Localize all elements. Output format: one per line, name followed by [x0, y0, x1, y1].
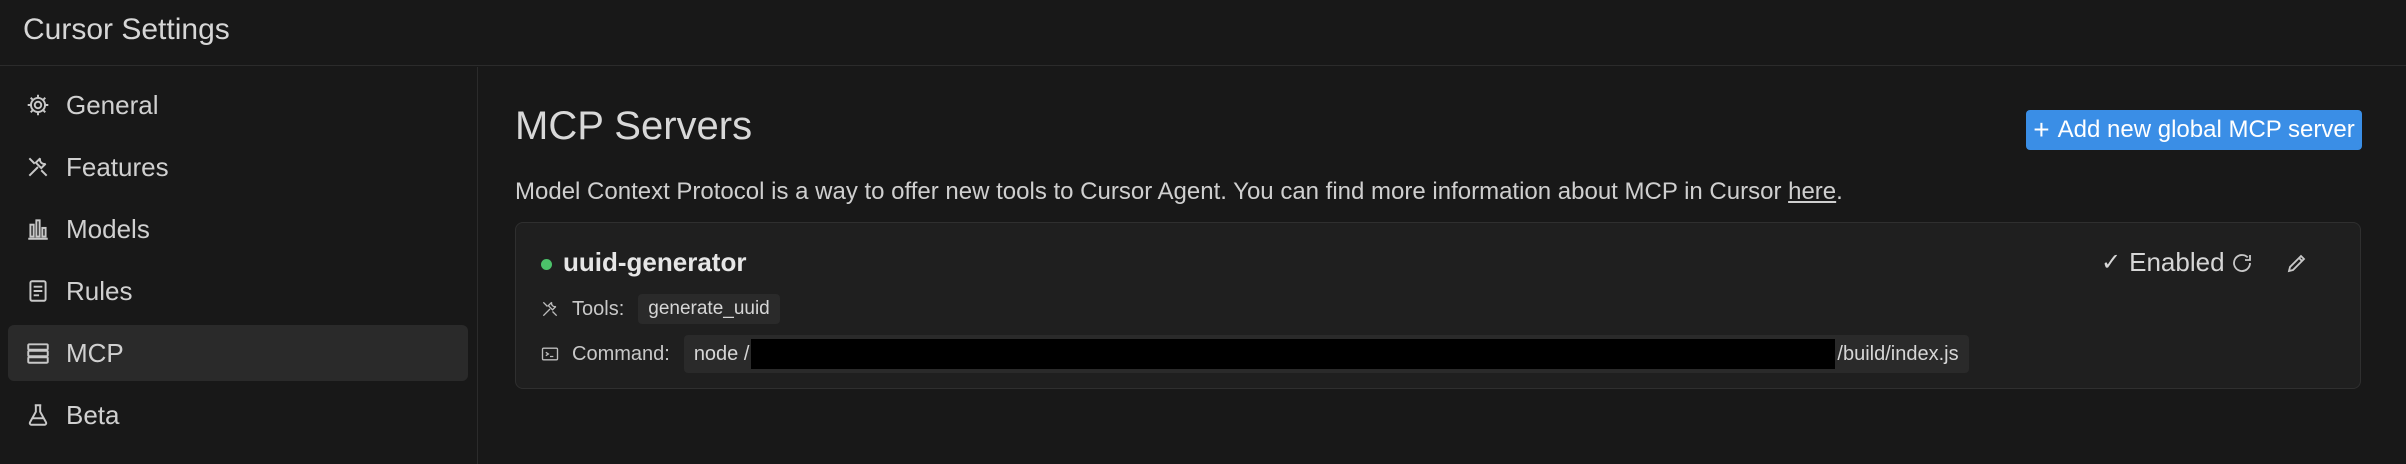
redacted-block	[751, 339, 1836, 369]
sidebar-item-models[interactable]: Models	[8, 201, 468, 257]
enabled-label: Enabled	[2129, 247, 2225, 277]
description-end: .	[1836, 178, 1843, 205]
sidebar-item-label: Beta	[66, 399, 120, 430]
document-icon	[24, 277, 52, 305]
sidebar-item-general[interactable]: General	[8, 77, 468, 133]
sidebar-item-label: General	[66, 89, 159, 120]
tools-row: Tools: generate_uuid	[540, 294, 780, 324]
plus-icon: +	[2033, 114, 2050, 145]
mcp-server-card: uuid-generator Tools: generate_uuid Comm…	[515, 222, 2361, 389]
terminal-icon	[541, 347, 559, 361]
tools-label: Tools:	[572, 297, 625, 320]
tools-icon	[542, 301, 558, 317]
refresh-icon	[2233, 254, 2251, 272]
description-text: Model Context Protocol is a way to offer…	[515, 178, 1789, 205]
sidebar-item-rules[interactable]: Rules	[8, 263, 468, 319]
tool-chip: generate_uuid	[638, 294, 780, 324]
title-bar: Cursor Settings	[0, 0, 2406, 66]
main-panel: MCP Servers + Add new global MCP server …	[479, 67, 2406, 464]
sidebar-item-beta[interactable]: Beta	[8, 387, 468, 443]
server-name: uuid-generator	[563, 247, 747, 277]
add-mcp-server-button[interactable]: + Add new global MCP server	[2026, 110, 2362, 150]
window-title: Cursor Settings	[23, 13, 230, 46]
command-label: Command:	[572, 342, 670, 365]
command-prefix: node /	[693, 342, 750, 365]
gear-icon	[24, 91, 52, 119]
checkmark-icon: ✓	[2101, 249, 2122, 276]
here-link[interactable]: here	[1788, 178, 1836, 205]
command-suffix: /build/index.js	[1837, 342, 1959, 365]
refresh-button[interactable]	[2228, 249, 2256, 277]
sidebar-item-label: Models	[66, 213, 150, 244]
flask-icon	[24, 401, 52, 429]
sidebar-item-features[interactable]: Features	[8, 139, 468, 195]
mcp-description: Model Context Protocol is a way to offer…	[515, 178, 1843, 206]
command-value: node / /build/index.js	[683, 335, 1969, 373]
sidebar-item-label: Features	[66, 151, 169, 182]
sidebar-item-label: MCP	[66, 337, 124, 368]
tools-icon	[24, 153, 52, 181]
edit-button[interactable]	[2283, 249, 2311, 277]
command-row: Command: node / /build/index.js	[540, 335, 1969, 373]
status-indicator	[541, 259, 552, 270]
sidebar-item-mcp[interactable]: MCP	[8, 325, 468, 381]
pencil-icon	[2287, 254, 2306, 273]
enabled-toggle[interactable]: ✓ Enabled	[2101, 247, 2225, 278]
server-icon	[24, 339, 52, 367]
sidebar-item-label: Rules	[66, 275, 133, 306]
add-button-label: Add new global MCP server	[2057, 116, 2355, 143]
bar-chart-icon	[24, 215, 52, 243]
page-title: MCP Servers	[515, 104, 753, 148]
sidebar: General Features Models Rules MCP Beta	[0, 67, 478, 464]
